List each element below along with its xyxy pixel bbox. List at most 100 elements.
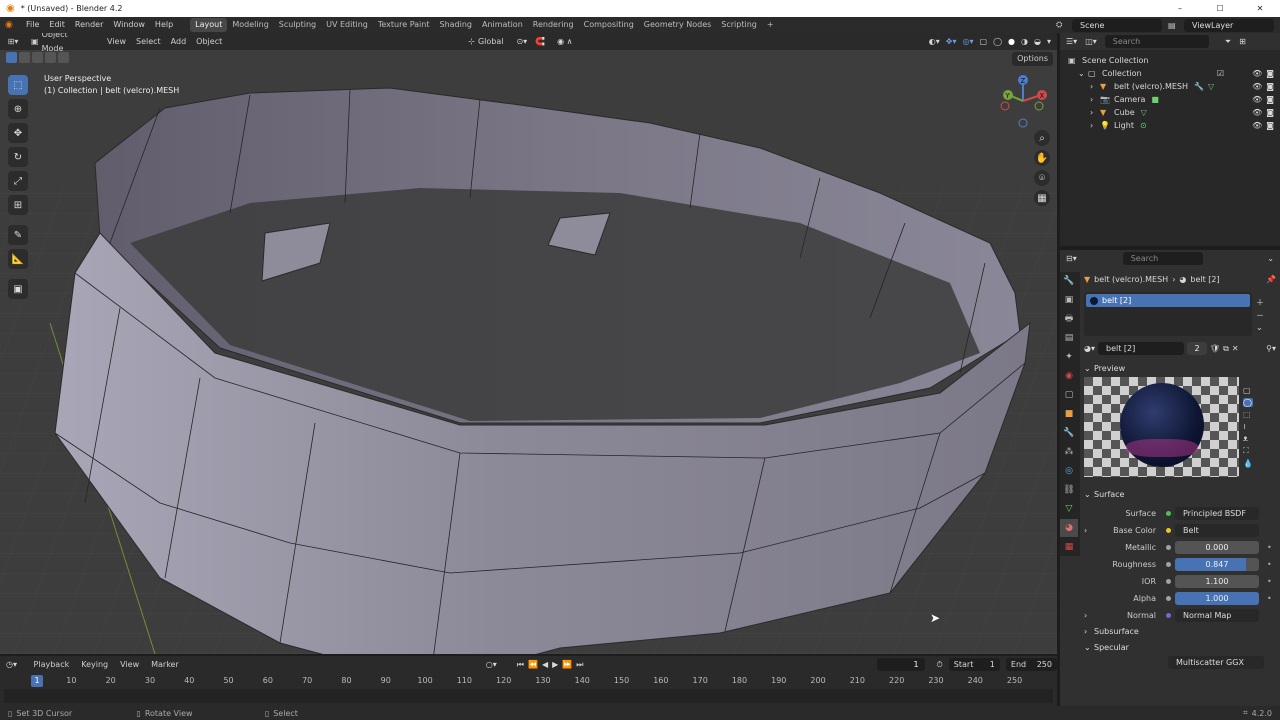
- scene-selector[interactable]: Scene: [1072, 18, 1162, 32]
- autokey-icon[interactable]: ○▾: [486, 660, 497, 669]
- shading-rendered-icon[interactable]: ◒: [1034, 37, 1041, 46]
- outliner-item-belt[interactable]: › ▼ belt (velcro).MESH 🔧 ▽ 👁 ◙: [1068, 80, 1280, 93]
- collection-visibility-icon[interactable]: 👁: [1252, 67, 1262, 80]
- jump-start-icon[interactable]: ⏮: [517, 660, 524, 670]
- outliner-scene-collection[interactable]: ▣ Scene Collection: [1068, 54, 1280, 67]
- outliner-editor-icon[interactable]: ☰▾: [1066, 37, 1077, 46]
- outliner-collection[interactable]: ⌄ ▢ Collection ☑ 👁 ◙: [1068, 67, 1280, 80]
- preview-section-header[interactable]: ⌄ Preview: [1084, 361, 1276, 377]
- 3d-viewport[interactable]: ⊞▾ ▣ Object Mode View Select Add Object …: [0, 33, 1057, 654]
- move-tool-icon[interactable]: ✥: [8, 123, 28, 143]
- close-button[interactable]: ✕: [1240, 4, 1280, 13]
- material-name-field[interactable]: belt [2]: [1098, 342, 1184, 355]
- property-slider[interactable]: 1.000: [1175, 592, 1259, 605]
- timeline-track[interactable]: [4, 689, 1053, 703]
- outliner-item-camera[interactable]: › 📷 Camera ■ 👁 ◙: [1068, 93, 1280, 106]
- menu-help[interactable]: Help: [150, 18, 178, 32]
- expand-collection-icon[interactable]: ⌄: [1078, 67, 1088, 80]
- tab-layout[interactable]: Layout: [190, 18, 228, 32]
- keyframe-dot-icon[interactable]: •: [1267, 560, 1272, 569]
- tab-uv-editing[interactable]: UV Editing: [321, 18, 373, 32]
- material-browse-icon[interactable]: ◕▾: [1084, 344, 1095, 353]
- light-render-icon[interactable]: ◙: [1266, 119, 1274, 132]
- tab-geometry-nodes[interactable]: Geometry Nodes: [639, 18, 716, 32]
- scene-tab-icon[interactable]: ✦: [1060, 348, 1078, 366]
- outliner-item-cube[interactable]: › ▼ Cube ▽ 👁 ◙: [1068, 106, 1280, 119]
- view-layer-selector[interactable]: ViewLayer: [1184, 18, 1274, 32]
- pivot-icon[interactable]: ⊙▾: [516, 37, 527, 46]
- tab-compositing[interactable]: Compositing: [579, 18, 639, 32]
- menu-edit[interactable]: Edit: [44, 18, 70, 32]
- expand-cube-icon[interactable]: ›: [1090, 106, 1100, 119]
- pin-icon[interactable]: 📌: [1266, 275, 1276, 284]
- fake-user-icon[interactable]: 🛡: [1210, 344, 1220, 353]
- xray-icon[interactable]: ▢: [980, 37, 988, 46]
- frame-ruler[interactable]: 1 10 20 30 40 50 60 70 80 90 100 110 120 130 140 150 160…: [0, 675, 1057, 689]
- render-tab-icon[interactable]: ▣: [1060, 291, 1078, 309]
- select-extend-icon[interactable]: [19, 52, 30, 63]
- expand-input-icon[interactable]: ›: [1084, 611, 1094, 620]
- scale-tool-icon[interactable]: ⤢: [8, 171, 28, 191]
- duplicate-material-icon[interactable]: ⧉: [1223, 344, 1229, 354]
- collection-checkbox[interactable]: ☑: [1217, 67, 1224, 80]
- shading-wireframe-icon[interactable]: ◯: [993, 37, 1002, 46]
- add-cube-tool-icon[interactable]: ▣: [8, 279, 28, 299]
- material-users-count[interactable]: 2: [1187, 342, 1207, 355]
- properties-search[interactable]: Search: [1122, 252, 1203, 265]
- jump-keyframe-forward-icon[interactable]: ⏩: [562, 660, 572, 669]
- tab-modeling[interactable]: Modeling: [227, 18, 273, 32]
- unlink-material-icon[interactable]: ✕: [1232, 344, 1239, 353]
- shading-solid-icon[interactable]: ●: [1008, 37, 1015, 46]
- pan-hand-icon[interactable]: ✋: [1034, 150, 1050, 166]
- preview-sphere-icon[interactable]: ◯: [1243, 398, 1253, 407]
- transform-tool-icon[interactable]: ⊞: [8, 195, 28, 215]
- shading-material-icon[interactable]: ◑: [1021, 37, 1028, 46]
- view-layer-tab-icon[interactable]: ▤: [1060, 329, 1078, 347]
- light-visibility-icon[interactable]: 👁: [1252, 119, 1262, 132]
- menu-render[interactable]: Render: [70, 18, 108, 32]
- menu-file[interactable]: File: [21, 18, 44, 32]
- transform-orientation[interactable]: ⊹ Global: [463, 34, 509, 49]
- preview-flat-icon[interactable]: ▢: [1243, 386, 1253, 395]
- start-frame-field[interactable]: Start 1: [948, 658, 1000, 671]
- maximize-button[interactable]: ☐: [1200, 4, 1240, 13]
- mode-selector[interactable]: ▣ Object Mode: [26, 33, 96, 53]
- physics-tab-icon[interactable]: ◎: [1060, 462, 1078, 480]
- tab-scripting[interactable]: Scripting: [716, 18, 762, 32]
- socket-icon[interactable]: [1166, 613, 1171, 618]
- specular-distribution-dropdown[interactable]: Multiscatter GGX: [1168, 656, 1264, 669]
- tab-texture-paint[interactable]: Texture Paint: [373, 18, 435, 32]
- preview-cloth-icon[interactable]: ⛶: [1243, 446, 1253, 456]
- keyframe-dot-icon[interactable]: •: [1267, 543, 1272, 552]
- rotate-tool-icon[interactable]: ↻: [8, 147, 28, 167]
- constraints-tab-icon[interactable]: ⛓: [1060, 481, 1078, 499]
- blender-menu-icon[interactable]: ◉: [5, 20, 17, 30]
- timeline-editor-icon[interactable]: ◷▾: [6, 660, 27, 669]
- keying-menu[interactable]: Keying: [76, 657, 114, 672]
- properties-editor-icon[interactable]: ⊟▾: [1066, 254, 1077, 263]
- scene-icon[interactable]: ⛭: [1056, 20, 1072, 30]
- outliner-search[interactable]: Search: [1104, 35, 1209, 48]
- collection-tab-icon[interactable]: ▢: [1060, 386, 1078, 404]
- visibility-icon[interactable]: ◐▾: [929, 37, 940, 46]
- preview-fluid-icon[interactable]: 💧: [1243, 459, 1253, 468]
- select-invert-icon[interactable]: [45, 52, 56, 63]
- preview-range-icon[interactable]: ⏱: [937, 660, 943, 670]
- texture-tab-icon[interactable]: ▦: [1060, 538, 1078, 556]
- axis-gizmo[interactable]: Z X Y: [997, 73, 1053, 129]
- property-dropdown[interactable]: Normal Map: [1175, 609, 1259, 622]
- filter-icon[interactable]: ⏷: [1225, 37, 1231, 47]
- socket-icon[interactable]: [1166, 511, 1171, 516]
- jump-end-icon[interactable]: ⏭: [576, 660, 583, 670]
- tab-animation[interactable]: Animation: [477, 18, 528, 32]
- play-icon[interactable]: ▶: [552, 660, 558, 669]
- expand-belt-icon[interactable]: ›: [1090, 80, 1100, 93]
- socket-icon[interactable]: [1166, 562, 1171, 567]
- socket-icon[interactable]: [1166, 596, 1171, 601]
- keyframe-dot-icon[interactable]: •: [1267, 594, 1272, 603]
- select-box-tool-icon[interactable]: ⬚: [8, 75, 28, 95]
- playback-menu[interactable]: Playback: [28, 657, 75, 672]
- belt-visibility-icon[interactable]: 👁: [1252, 80, 1262, 93]
- socket-icon[interactable]: [1166, 545, 1171, 550]
- preview-cube-icon[interactable]: ⬚: [1243, 410, 1253, 419]
